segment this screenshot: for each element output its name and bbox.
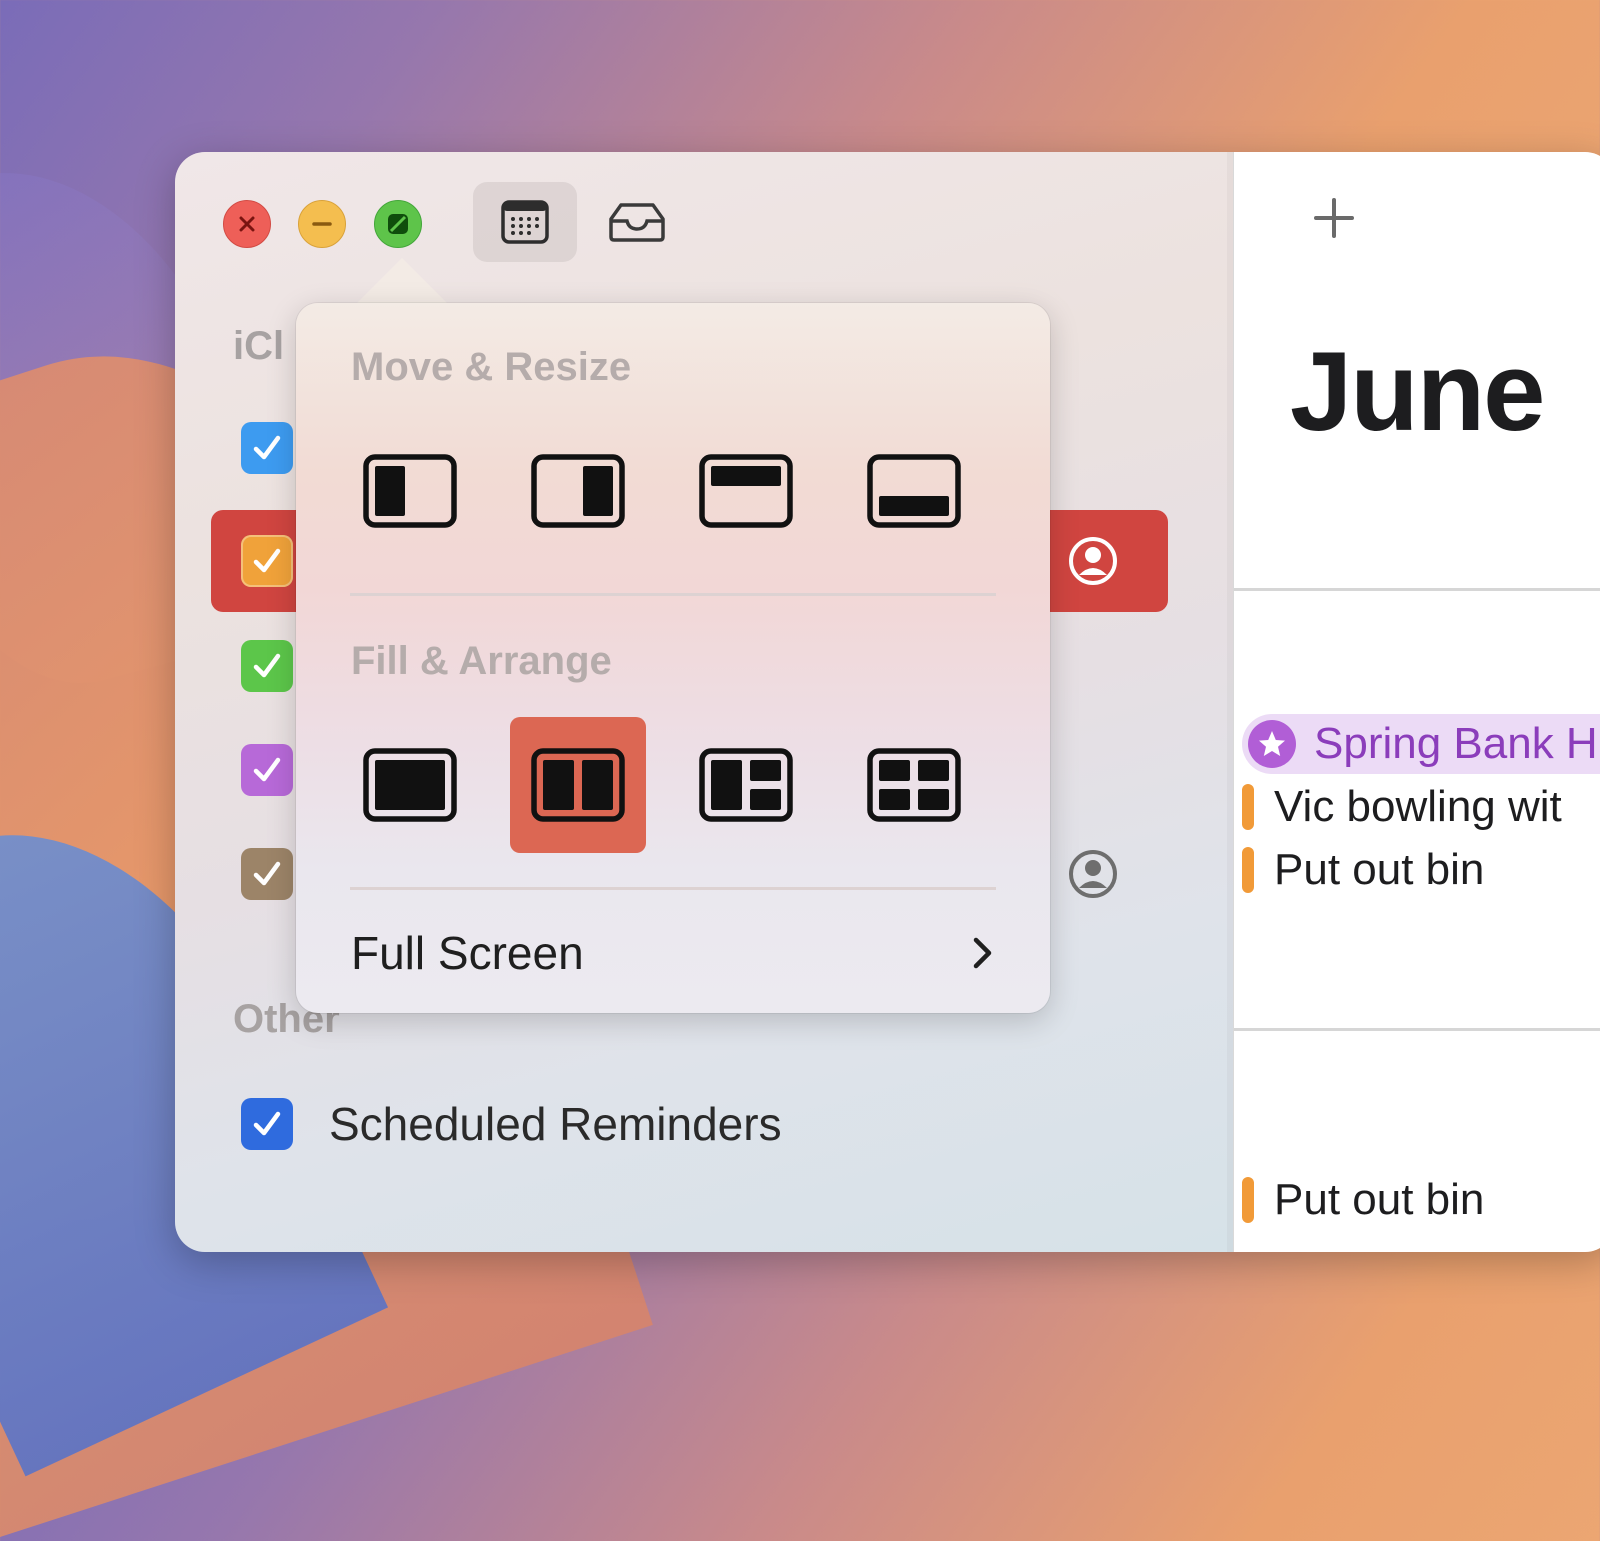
split-three-icon (699, 748, 793, 822)
event-color-bar (1242, 784, 1254, 830)
full-screen-menu-item[interactable]: Full Screen (296, 903, 1050, 1003)
event-title: Spring Bank H (1314, 719, 1598, 768)
week-divider (1234, 588, 1600, 591)
checkmark-icon (253, 653, 281, 678)
checkmark-icon (253, 548, 281, 573)
chevron-right-icon (973, 937, 992, 969)
calendar-checkbox[interactable] (241, 848, 293, 900)
minimize-icon (312, 222, 332, 226)
full-screen-label: Full Screen (351, 927, 584, 979)
split-left-quarters-button[interactable] (678, 717, 814, 853)
tile-bottom-icon (867, 454, 961, 528)
calendar-checkbox[interactable] (241, 422, 293, 474)
shared-person-icon[interactable] (1067, 848, 1119, 900)
section-header-icloud: iCl (233, 324, 285, 368)
minimize-button[interactable] (298, 200, 346, 248)
plus-icon[interactable] (1304, 188, 1364, 248)
tile-top-half-button[interactable] (678, 423, 814, 559)
zoom-button[interactable] (374, 200, 422, 248)
holiday-event[interactable]: Spring Bank H (1242, 714, 1600, 774)
event-title: Put out bin (1274, 845, 1485, 894)
fill-arrange-header: Fill & Arrange (351, 639, 612, 683)
split-left-right-button[interactable] (510, 717, 646, 853)
event-title: Vic bowling wit (1274, 782, 1562, 831)
split-four-icon (867, 748, 961, 822)
calendar-checkbox[interactable] (241, 1098, 293, 1150)
calendar-main: June Spring Bank H Vic bowling wit Put o… (1233, 152, 1600, 1252)
tile-right-icon (531, 454, 625, 528)
split-quarters-button[interactable] (846, 717, 982, 853)
zoom-icon (388, 214, 408, 234)
calendar-event[interactable]: Vic bowling wit (1242, 777, 1562, 837)
popover-separator (350, 887, 996, 890)
close-icon (239, 216, 255, 232)
event-title: Put out bin (1274, 1175, 1485, 1224)
checkmark-icon (253, 757, 281, 782)
calendar-checkbox[interactable] (241, 744, 293, 796)
inbox-tray-icon (609, 203, 665, 242)
calendar-event[interactable]: Put out bin (1242, 1170, 1484, 1230)
star-icon (1248, 720, 1296, 768)
event-color-bar (1242, 1177, 1254, 1223)
checkmark-icon (253, 861, 281, 886)
split-two-icon (531, 748, 625, 822)
tile-top-icon (699, 454, 793, 528)
shared-person-icon[interactable] (1067, 535, 1119, 587)
calendar-grid-icon (501, 200, 549, 244)
calendar-view-button[interactable] (473, 182, 577, 262)
move-resize-header: Move & Resize (351, 345, 632, 389)
fill-screen-icon (363, 748, 457, 822)
calendar-checkbox[interactable] (241, 640, 293, 692)
tile-right-half-button[interactable] (510, 423, 646, 559)
month-title: June (1290, 329, 1545, 454)
event-color-bar (1242, 847, 1254, 893)
tile-left-icon (363, 454, 457, 528)
calendar-checkbox[interactable] (241, 535, 293, 587)
window-tiling-popover: Move & Resize Fill & Arrange Full Screen (296, 303, 1050, 1013)
checkmark-icon (253, 435, 281, 460)
fill-screen-button[interactable] (342, 717, 478, 853)
tile-left-half-button[interactable] (342, 423, 478, 559)
week-divider (1234, 1028, 1600, 1031)
popover-separator (350, 593, 996, 596)
calendar-row-scheduled-reminders[interactable]: Scheduled Reminders (175, 1094, 1175, 1154)
calendar-event[interactable]: Put out bin (1242, 840, 1484, 900)
close-button[interactable] (223, 200, 271, 248)
inbox-button[interactable] (585, 182, 689, 262)
tile-bottom-half-button[interactable] (846, 423, 982, 559)
calendar-label: Scheduled Reminders (329, 1098, 782, 1150)
checkmark-icon (253, 1111, 281, 1136)
popover-arrow (352, 258, 452, 308)
